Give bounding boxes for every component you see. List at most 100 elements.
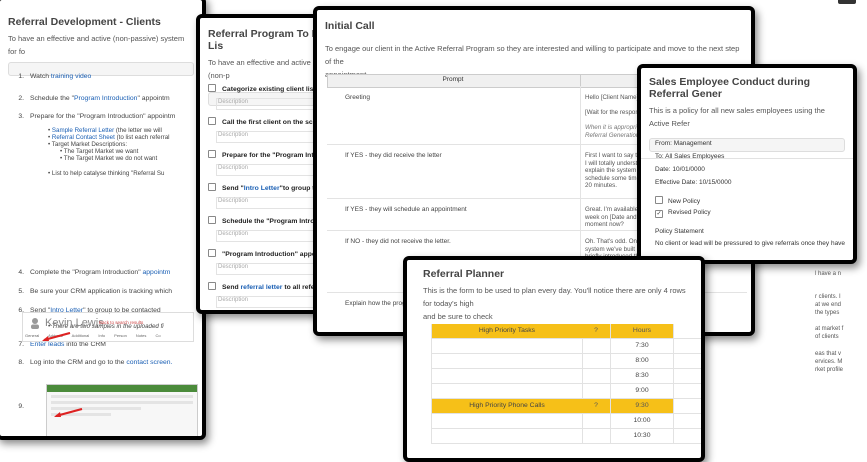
planner-task-cell[interactable] <box>431 354 583 368</box>
todo-label: Prepare for the "Program Intr <box>222 152 317 159</box>
prompt-cell: If YES - they will schedule an appointme… <box>345 206 467 213</box>
todo-item[interactable]: Call the first client on the sche <box>208 117 321 126</box>
edge-text: r clients. I <box>815 294 841 300</box>
date-field: Date: 10/01/0000 <box>655 166 705 173</box>
planner-check-cell[interactable] <box>582 369 611 383</box>
edge-text: at we end <box>815 302 842 308</box>
checkbox[interactable] <box>208 282 216 290</box>
planner-row: 9:00 <box>431 384 701 399</box>
planner-check-cell[interactable] <box>582 429 611 443</box>
edge-text: ervices. M <box>815 359 843 365</box>
link[interactable]: Enter leads <box>30 341 64 348</box>
text: Prepare for the "Program Introduction" a… <box>30 113 176 120</box>
step-number: 4. <box>18 269 24 276</box>
red-arrow-icon <box>42 332 71 342</box>
window-description-2: and be sure to check <box>423 312 493 321</box>
window-description: This is a policy for all new sales emplo… <box>649 106 825 128</box>
planner-check-cell[interactable] <box>582 339 611 353</box>
corner-icon <box>838 0 856 4</box>
bullet-item: • List to help catalyse thinking "Referr… <box>48 170 165 177</box>
planner-hour-cell: 9:00 <box>611 384 674 398</box>
todo-item[interactable]: Send "Intro Letter"to group to <box>208 183 319 192</box>
description-placeholder: Description <box>218 231 249 237</box>
planner-task-cell[interactable] <box>431 414 583 428</box>
prompt-cell: If NO - they did not receive the letter. <box>345 238 451 245</box>
edge-text: of clients <box>815 334 839 340</box>
planner-task-cell[interactable] <box>431 384 583 398</box>
planner-check-cell: ? <box>582 324 611 338</box>
bullet-item: • Target Market Descriptions: <box>48 141 127 148</box>
todo-item[interactable]: Schedule the "Program Introd <box>208 216 319 225</box>
checkbox[interactable] <box>208 249 216 257</box>
sub-bullet-item: • The Target Market we do not want <box>60 155 158 162</box>
description-placeholder: Description <box>218 132 249 138</box>
planner-hour-cell: 8:00 <box>611 354 674 368</box>
step-number: 10. <box>10 439 24 440</box>
back-link[interactable]: Back to search results <box>99 320 143 325</box>
description-placeholder: Description <box>218 198 249 204</box>
link[interactable]: Intro Letter <box>244 185 280 192</box>
link[interactable]: Referral Contact Sheet <box>154 439 206 440</box>
checkbox[interactable] <box>208 84 216 92</box>
response-cell: First I want to say th I will totally und… <box>585 152 641 189</box>
checkbox[interactable] <box>208 183 216 191</box>
planner-hour-cell: 10:00 <box>611 414 674 428</box>
step-text: Enter leads into the CRM <box>30 341 106 348</box>
bullet-item: • Referral Contact Sheet (to list each r… <box>48 134 170 141</box>
todo-item[interactable]: Categorize existing client list <box>208 84 316 93</box>
step-text: Watch training video <box>30 73 91 80</box>
window-referral-development: Referral Development - Clients To have a… <box>0 0 206 440</box>
text: Target Market Descriptions: <box>51 141 128 148</box>
link[interactable]: Program Introduction <box>74 95 137 102</box>
step-number: 7. <box>18 341 24 348</box>
window-description: To have an effective and active (non-pas… <box>8 34 185 56</box>
response-cell: Hello [Client Name] [Wait for the respon… <box>585 94 640 139</box>
step-number: 5. <box>18 288 24 295</box>
effective-date-field: Effective Date: 10/15/0000 <box>655 179 732 186</box>
new-policy-checkbox[interactable]: New Policy <box>655 196 700 205</box>
edge-text: rket profile <box>815 367 844 373</box>
text: Schedule the " <box>30 95 74 102</box>
planner-row: 8:00 <box>431 354 701 369</box>
planner-task-cell[interactable] <box>431 339 583 353</box>
planner-row: High Priority Tasks? Hours <box>431 324 701 339</box>
description-placeholder: Description <box>218 99 249 105</box>
planner-check-cell[interactable] <box>582 414 611 428</box>
planner-hour-cell: 10:30 <box>611 429 674 443</box>
checkbox[interactable] <box>208 216 216 224</box>
step-number: 2. <box>18 95 24 102</box>
link[interactable]: appointm <box>143 269 171 276</box>
planner-hour-cell: 8:30 <box>611 369 674 383</box>
link[interactable]: Sample Referral Letter <box>52 127 114 134</box>
link[interactable]: contact screen. <box>126 359 172 366</box>
checkbox[interactable] <box>208 150 216 158</box>
text: (the letter we will <box>114 127 162 134</box>
prompt-cell: If YES - they did receive the letter <box>345 152 442 159</box>
todo-item[interactable]: Prepare for the "Program Intr <box>208 150 316 159</box>
todo-item[interactable]: Send referral letter to all refer <box>208 282 317 291</box>
step-number: 3. <box>18 113 24 120</box>
todo-label: "Program Introduction" appoi <box>222 251 318 258</box>
edge-text: at market f <box>815 326 844 332</box>
planner-check-cell[interactable] <box>582 384 611 398</box>
link[interactable]: Referral Contact Sheet <box>52 134 115 141</box>
window-title: Referral Planner <box>423 268 505 280</box>
todo-item[interactable]: "Program Introduction" appoi <box>208 249 318 258</box>
edge-text: the types <box>815 310 840 316</box>
step-text: Complete the "Program Introduction" appo… <box>30 269 170 276</box>
planner-check-cell[interactable] <box>582 354 611 368</box>
step-number: 9. <box>18 403 24 410</box>
checkbox[interactable] <box>208 117 216 125</box>
revised-policy-checkbox[interactable]: ✓ Revised Policy <box>655 209 711 218</box>
planner-task-cell[interactable] <box>431 429 583 443</box>
link[interactable]: training video <box>51 73 91 80</box>
text: Watch <box>30 73 51 80</box>
prompt-cell: Explain how the prog <box>345 300 406 307</box>
window-description: This is the form to be used to plan ever… <box>423 286 686 308</box>
text: Enter all of the referrals received into… <box>30 439 154 440</box>
window-referral-planner: Referral Planner This is the form to be … <box>403 256 705 462</box>
planner-task-cell[interactable] <box>431 369 583 383</box>
link[interactable]: referral letter <box>241 284 283 291</box>
step-text: Log into the CRM and go to the contact s… <box>30 359 172 366</box>
todo-label: Categorize existing client list <box>222 86 316 93</box>
